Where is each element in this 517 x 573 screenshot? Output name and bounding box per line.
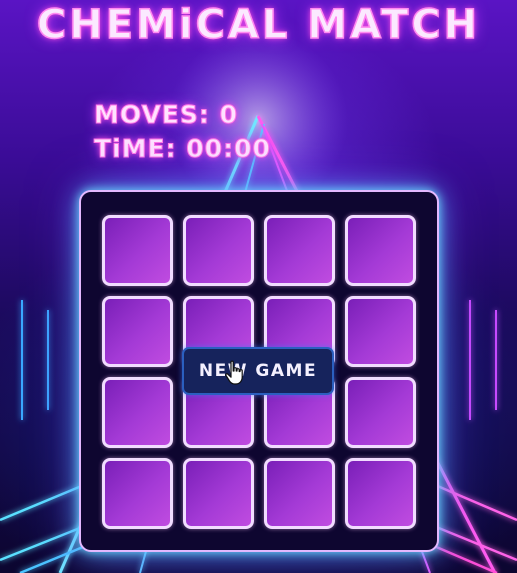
memory-card[interactable] (345, 296, 416, 367)
memory-card[interactable] (102, 215, 173, 286)
moves-counter: MOVES: 0 (94, 100, 238, 130)
memory-card[interactable] (183, 215, 254, 286)
memory-card[interactable] (102, 377, 173, 448)
game-background: CHEMiCAL MATCH MOVES: 0 TiME: 00:00 NEW … (0, 0, 517, 573)
memory-card[interactable] (102, 296, 173, 367)
stats-panel: MOVES: 0 TiME: 00:00 (94, 98, 271, 166)
new-game-button[interactable]: NEW GAME (182, 347, 334, 395)
memory-card[interactable] (264, 458, 335, 529)
game-title: CHEMiCAL MATCH (36, 1, 481, 49)
memory-card[interactable] (345, 215, 416, 286)
memory-card[interactable] (345, 377, 416, 448)
memory-card[interactable] (345, 458, 416, 529)
memory-card[interactable] (183, 458, 254, 529)
memory-card[interactable] (102, 458, 173, 529)
new-game-label: NEW GAME (198, 361, 318, 381)
memory-card[interactable] (264, 215, 335, 286)
time-counter: TiME: 00:00 (94, 134, 271, 164)
